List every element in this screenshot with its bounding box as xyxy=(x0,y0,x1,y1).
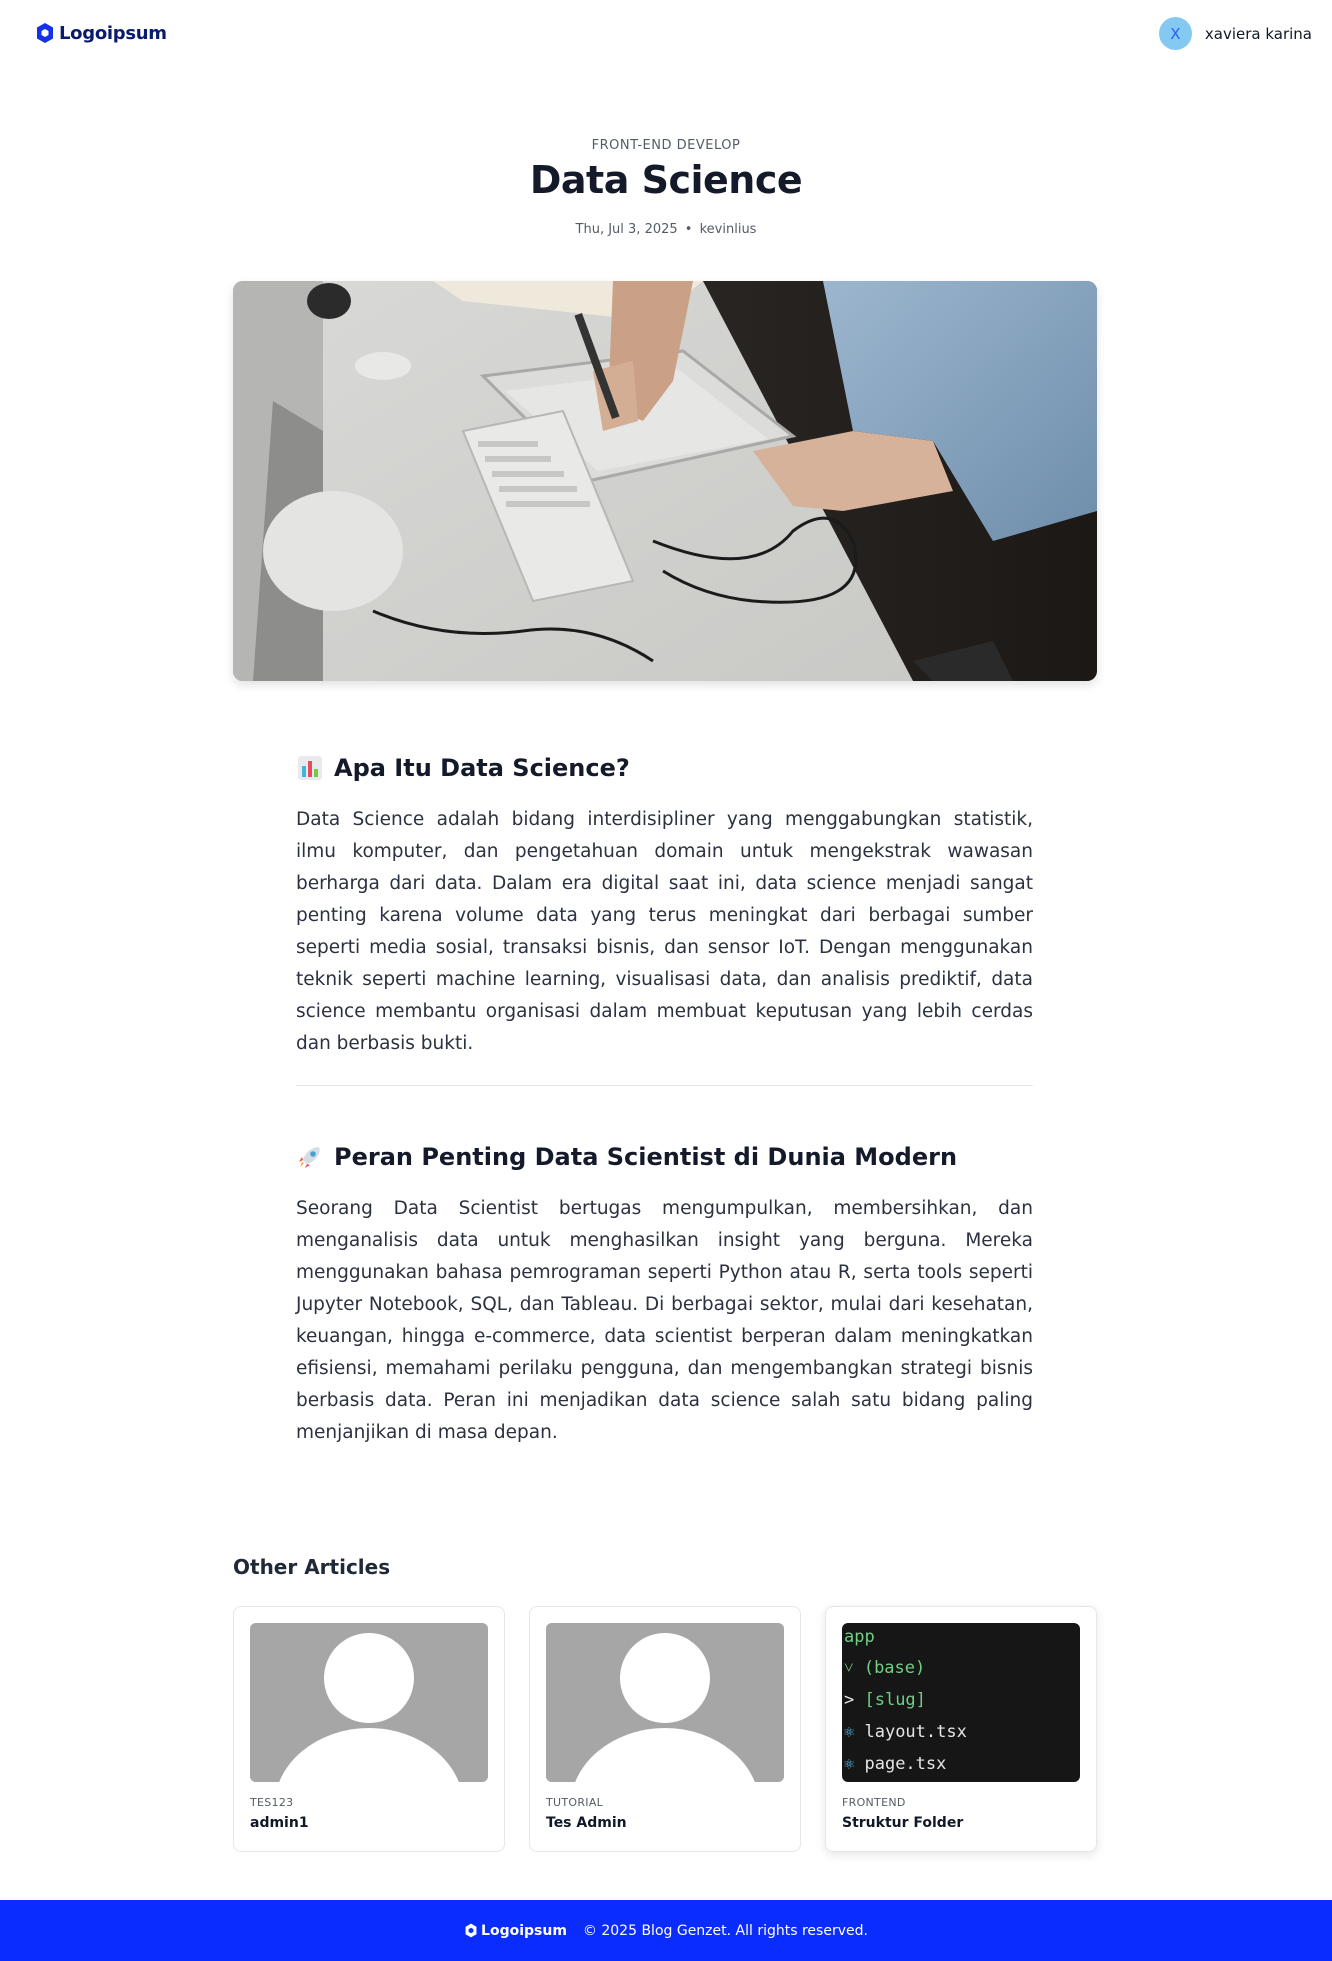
avatar[interactable]: X xyxy=(1158,17,1192,50)
site-footer: Logoipsum © 2025 Blog Genzet. All rights… xyxy=(0,1900,1332,1961)
other-articles-title: Other Articles xyxy=(233,1555,391,1579)
section-paragraph: Data Science adalah bidang interdisiplin… xyxy=(296,809,1033,1054)
page-title: Data Science xyxy=(529,158,803,202)
other-articles-list: TES123 admin1 TUTORIAL Tes Admin app ˅ (… xyxy=(233,1606,1097,1852)
logo-text: Logoipsum xyxy=(59,22,167,44)
react-icon: ⚛ xyxy=(844,1722,865,1742)
code-line: > [slug] xyxy=(844,1690,926,1710)
card-thumbnail xyxy=(250,1623,488,1782)
code-line: ⚛ page.tsx xyxy=(844,1754,946,1774)
code-line: ˅ (base) xyxy=(844,1658,925,1678)
section-heading: Apa Itu Data Science? xyxy=(296,752,1033,784)
placeholder-avatar-icon xyxy=(546,1623,784,1782)
footer-copyright: © 2025 Blog Genzet. All rights reserved. xyxy=(582,1922,868,1939)
card-category: FRONTEND xyxy=(842,1796,906,1809)
chart-emoji-icon xyxy=(298,756,322,780)
footer-logo[interactable]: Logoipsum xyxy=(464,1923,567,1939)
card-title[interactable]: Struktur Folder xyxy=(842,1815,1080,1831)
code-line-text: page.tsx xyxy=(864,1754,947,1774)
logo[interactable]: Logoipsum xyxy=(35,22,167,44)
card-thumbnail: app ˅ (base) > [slug] ⚛ layout.tsx ⚛ pag… xyxy=(842,1623,1080,1782)
user-name[interactable]: xaviera karina xyxy=(1205,25,1312,43)
article-section-2: Peran Penting Data Scientist di Dunia Mo… xyxy=(296,1141,1033,1449)
article-card[interactable]: app ˅ (base) > [slug] ⚛ layout.tsx ⚛ pag… xyxy=(825,1606,1097,1852)
article-section-1: Apa Itu Data Science? Data Science adala… xyxy=(296,752,1033,1060)
code-line-text: (base) xyxy=(863,1658,926,1678)
logo-icon xyxy=(465,1923,477,1938)
article-card[interactable]: TES123 admin1 xyxy=(233,1606,505,1852)
code-line-text: [slug] xyxy=(864,1690,926,1710)
article-meta: Thu, Jul 3, 2025 • kevinlius xyxy=(0,222,1332,237)
code-line: app xyxy=(844,1627,875,1647)
code-line: ⚛ layout.tsx xyxy=(844,1722,967,1742)
section-divider xyxy=(296,1085,1033,1086)
logo-icon xyxy=(37,23,53,43)
section-paragraph: Seorang Data Scientist bertugas mengumpu… xyxy=(296,1198,1033,1443)
hero-image xyxy=(233,281,1097,681)
article-date: Thu, Jul 3, 2025 xyxy=(575,222,678,237)
article-card[interactable]: TUTORIAL Tes Admin xyxy=(529,1606,801,1852)
footer-logo-text: Logoipsum xyxy=(481,1922,567,1939)
react-icon: ⚛ xyxy=(844,1754,865,1774)
card-title[interactable]: admin1 xyxy=(250,1815,488,1831)
card-thumbnail xyxy=(546,1623,784,1782)
site-header: Logoipsum X xaviera karina xyxy=(0,0,1332,70)
card-category: TUTORIAL xyxy=(546,1796,604,1809)
code-line-text: layout.tsx xyxy=(864,1722,967,1742)
section-heading-text: Peran Penting Data Scientist di Dunia Mo… xyxy=(334,1143,958,1171)
user-menu[interactable]: X xaviera karina xyxy=(1158,17,1312,50)
chevron-right-icon: > xyxy=(844,1690,865,1710)
placeholder-avatar-icon xyxy=(250,1623,488,1782)
card-category: TES123 xyxy=(250,1796,294,1809)
chevron-down-icon: ˅ xyxy=(844,1658,864,1678)
rocket-emoji-icon xyxy=(299,1147,320,1168)
article-author: kevinlius xyxy=(699,222,757,237)
section-heading-text: Apa Itu Data Science? xyxy=(334,754,630,782)
meta-separator: • xyxy=(684,222,693,237)
card-title[interactable]: Tes Admin xyxy=(546,1815,784,1831)
section-heading: Peran Penting Data Scientist di Dunia Mo… xyxy=(296,1141,1033,1173)
article-category: FRONT-END DEVELOP xyxy=(591,138,741,153)
